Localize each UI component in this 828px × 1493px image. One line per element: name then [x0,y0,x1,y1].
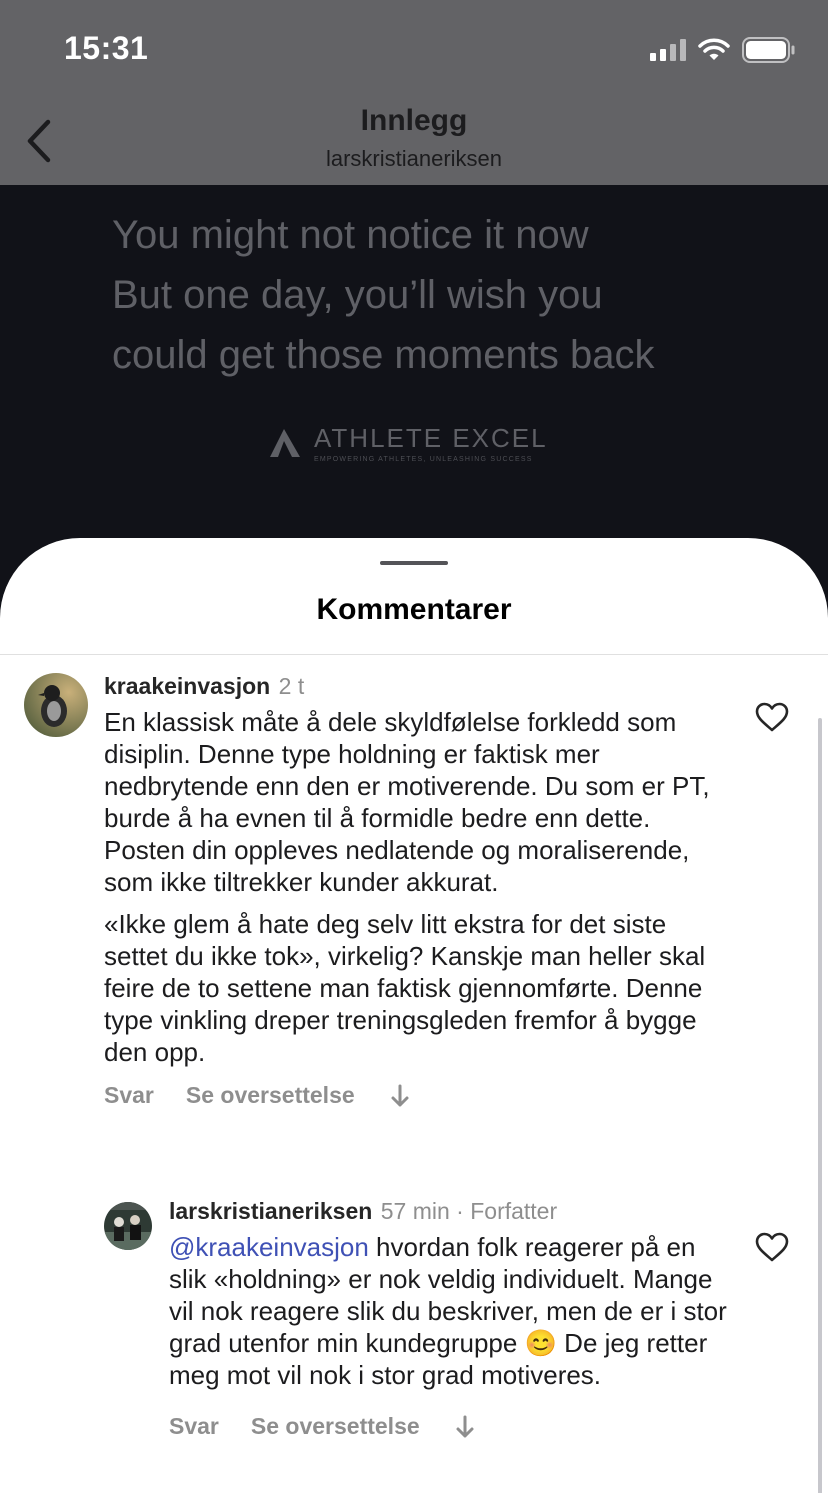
comment-actions: Svar Se oversettelse [104,1082,724,1109]
comment-text: @kraakeinvasjon hvordan folk reagerer på… [169,1231,729,1391]
battery-icon [742,37,795,63]
quote-line: could get those moments back [112,333,655,377]
navigation-bar: Innlegg larskristianeriksen [0,100,828,185]
post-quote: You might not notice it now But one day,… [112,205,752,385]
comment-header: larskristianeriksen 57 min · Forfatter [169,1198,729,1225]
sheet-drag-handle[interactable] [380,561,448,565]
cellular-signal-icon [650,39,686,61]
page-subtitle: larskristianeriksen [325,146,503,171]
status-bar: 15:31 [0,0,828,100]
avatar[interactable] [24,673,88,737]
quote-line: But one day, you’ll wish you [112,273,603,317]
comment-username[interactable]: kraakeinvasjon [104,673,270,699]
sheet-title: Kommentarer [316,593,512,626]
comment-text: En klassisk måte å dele skyldfølelse for… [104,706,724,1068]
comment-paragraph: En klassisk måte å dele skyldfølelse for… [104,707,710,897]
heart-icon[interactable] [755,1232,789,1262]
arrow-down-icon[interactable] [389,1083,411,1109]
reply-button[interactable]: Svar [104,1082,154,1109]
comments-sheet: Kommentarer kraakeinvasjon 2 t En klassi… [0,538,828,1493]
heart-icon[interactable] [755,702,789,732]
logo-name: ATHLETE EXCEL [314,423,548,453]
reply-button[interactable]: Svar [169,1413,219,1440]
comment-paragraph: «Ikke glem å hate deg selv litt ekstra f… [104,909,706,1067]
comment-username[interactable]: larskristianeriksen [169,1198,372,1224]
quote-line: You might not notice it now [112,213,589,257]
clock: 15:31 [64,30,149,66]
scrollbar[interactable] [818,718,822,1493]
brand-logo: ATHLETE EXCEL EMPOWERING ATHLETES, UNLEA… [268,423,548,463]
arrow-down-icon[interactable] [454,1414,476,1440]
smiling-face-emoji: 😊 [524,1328,557,1358]
page-title: Innlegg [360,104,468,137]
status-icons [650,34,796,66]
comment-time: 2 t [278,673,305,699]
comment-time: 57 min · Forfatter [380,1198,558,1224]
see-translation-button[interactable]: Se oversettelse [251,1413,420,1440]
wifi-icon [698,38,730,60]
comment-actions: Svar Se oversettelse [169,1413,729,1440]
mention-link[interactable]: @kraakeinvasjon [169,1232,369,1262]
comment-header: kraakeinvasjon 2 t [104,673,724,700]
avatar[interactable] [104,1202,152,1250]
divider [0,654,828,655]
see-translation-button[interactable]: Se oversettelse [186,1082,355,1109]
athlete-excel-logo-icon [270,429,300,457]
logo-tagline: EMPOWERING ATHLETES, UNLEASHING SUCCESS [314,456,533,463]
